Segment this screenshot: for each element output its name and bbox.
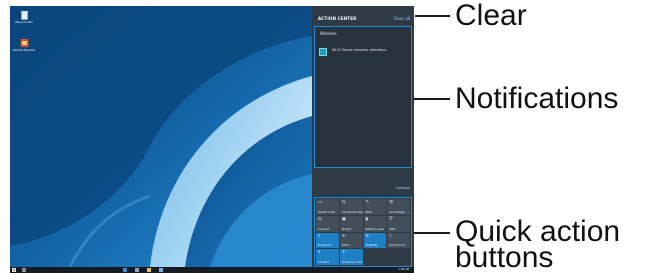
quick-action-empty (364, 249, 387, 265)
gear-icon: ⚙ (389, 200, 394, 205)
task-view-icon[interactable] (135, 268, 139, 272)
tablet-icon: ▭ (318, 200, 323, 205)
quick-action-connect[interactable]: ⇆ Connected Devi... (339, 199, 363, 215)
windows-icon (12, 268, 16, 272)
vpn-icon: ⛨ (389, 216, 393, 222)
quick-action-location[interactable]: ⌖ Location (316, 249, 339, 265)
quick-action-bluetooth[interactable]: ᛒ Bluetooth (316, 232, 339, 249)
callout-buttons: buttons (455, 241, 554, 273)
taskbar-clock: 1:46 AM (398, 268, 409, 271)
quick-action-label: Location (318, 260, 330, 264)
quick-action-moon[interactable]: ☾ Quiet hours (387, 232, 410, 249)
airplane-icon: ✈ (341, 250, 346, 256)
bluetooth-icon: ᛒ (318, 233, 321, 239)
note-icon: ✎ (365, 200, 370, 205)
callout-line-quick-actions (414, 232, 450, 234)
recycle-bin-icon (20, 11, 28, 20)
quick-action-battery[interactable]: ▮ Battery saver (363, 215, 387, 232)
notifications-area: Wireless Wi-Fi Sense requires attention. (314, 26, 412, 168)
notification-group-title: Wireless (320, 31, 337, 36)
action-center-panel: ACTION CENTER Clear all Wireless Wi-Fi S… (312, 6, 414, 267)
quick-action-label: WalkWay (365, 243, 379, 248)
recycle-bin-shortcut[interactable]: Recycle Bin (12, 10, 36, 24)
edge-icon[interactable] (123, 268, 127, 272)
search-icon[interactable] (22, 268, 26, 272)
store-icon[interactable] (159, 268, 163, 272)
taskbar: 1:46 AM (10, 267, 414, 273)
quick-action-brightness[interactable]: ☀ 100% (339, 232, 363, 249)
callout-notifications: Notifications (455, 82, 619, 115)
quick-action-label: VPN (389, 226, 395, 231)
wifi-icon: ≋ (365, 233, 370, 239)
quick-action-label: Tablet mode (318, 209, 336, 214)
quick-action-gear[interactable]: ⚙ All settings (387, 199, 410, 215)
quick-action-label: All settings (389, 209, 405, 214)
quick-action-label: 100% (341, 243, 350, 248)
file-explorer-icon[interactable] (147, 268, 151, 272)
connect-icon: ⇆ (341, 200, 346, 205)
quick-action-label: Bluetooth (318, 243, 332, 248)
moon-icon: ☾ (389, 233, 394, 239)
quick-action-label: Battery saver (365, 226, 385, 231)
start-button[interactable] (12, 268, 16, 272)
notification-item[interactable]: Wi-Fi Sense requires attention. (318, 43, 408, 61)
quick-action-airplane[interactable]: ✈ Airplane mode (339, 249, 363, 265)
quick-action-wifi[interactable]: ≋ WalkWay (363, 232, 387, 249)
recycle-bin-label: Recycle Bin (15, 20, 33, 24)
quick-action-label: Airplane mode (341, 260, 363, 264)
callout-line-notifications (414, 98, 450, 100)
wallpaper (10, 6, 312, 267)
desktop-screenshot: Recycle Bin Online Experts ACTION CENTER… (10, 6, 414, 273)
action-center-title: ACTION CENTER (318, 16, 357, 21)
quick-action-label: Quiet hours (389, 243, 406, 248)
clear-all-button[interactable]: Clear all (394, 16, 410, 21)
callout-clear: Clear (455, 0, 527, 32)
location-icon: ⌖ (318, 250, 321, 256)
battery-icon: ▮ (365, 216, 368, 222)
quick-action-label: Connected Devi... (341, 209, 363, 214)
quick-action-connect[interactable]: ⇆ Connect (316, 215, 339, 232)
samsung-shortcut[interactable]: Online Experts (12, 38, 36, 52)
connect-icon: ⇆ (318, 216, 322, 222)
quick-actions-grid: ▭ Tablet mode ⇆ Connected Devi...✎ Note ⚙ All … (314, 197, 412, 267)
quick-action-note[interactable]: ✎ Note (363, 199, 387, 215)
quick-action-label: Note (365, 209, 373, 214)
callout-line-clear (415, 15, 450, 17)
collapse-button[interactable]: Collapse (396, 186, 410, 190)
notification-text: Wi-Fi Sense requires attention. (332, 48, 388, 52)
wifi-sense-icon (319, 48, 327, 56)
quick-action-label: Project (341, 226, 352, 231)
quick-action-label: Connect (318, 226, 330, 231)
quick-action-vpn[interactable]: ⛨ VPN (387, 215, 410, 232)
quick-action-empty (387, 249, 410, 265)
quick-action-tablet[interactable]: ▭ Tablet mode (316, 199, 339, 215)
samsung-label: Online Experts (12, 48, 36, 52)
project-icon: ▣ (341, 216, 346, 222)
quick-action-project[interactable]: ▣ Project (339, 215, 363, 232)
samsung-icon (20, 39, 28, 47)
brightness-icon: ☀ (341, 233, 346, 239)
